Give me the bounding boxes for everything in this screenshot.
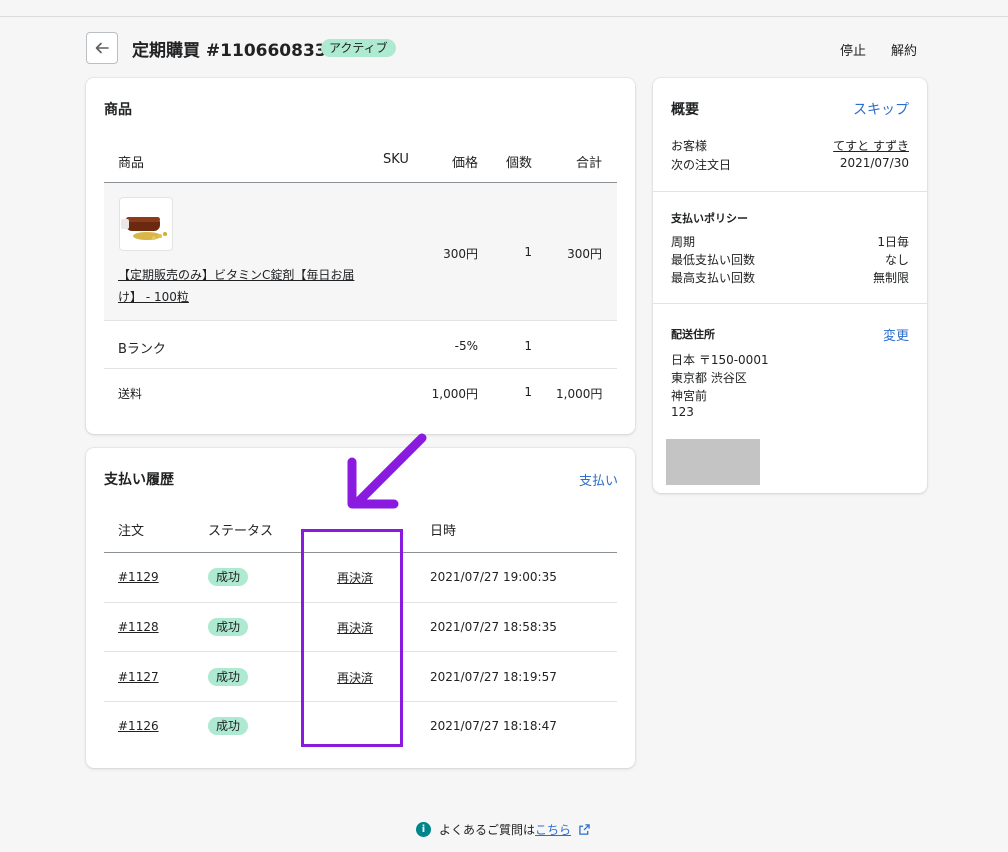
col-status: ステータス [208,524,274,539]
info-icon: i [416,822,431,837]
payment-date: 2021/07/27 19:00:35 [430,570,557,584]
row-divider [104,320,617,321]
min-payments-label: 最低支払い回数 [671,253,756,267]
min-payments-value: なし [884,253,909,267]
faq-text: よくあるご質問は [439,823,536,837]
order-link[interactable]: #1126 [118,719,159,733]
order-link[interactable]: #1127 [118,670,159,684]
product-price: 300円 [443,247,478,261]
rank-discount: -5% [454,339,478,353]
section-divider [653,303,927,304]
summary-card: 概要 スキップ お客様 てすと すずき 次の注文日 2021/07/30 支払い… [653,78,927,493]
page-title: 定期購買 #1106608333 [132,41,339,61]
history-title: 支払い履歴 [104,472,174,488]
status-badge: アクティブ [321,39,396,57]
address-line: 123 [671,405,694,419]
payment-date: 2021/07/27 18:19:57 [430,670,557,684]
order-link[interactable]: #1128 [118,620,159,634]
payment-policy-title: 支払いポリシー [671,212,748,225]
skip-button[interactable]: スキップ [853,99,909,119]
footer-help: i よくあるご質問はこちら [416,821,590,838]
col-product: 商品 [118,156,145,171]
col-price: 価格 [451,156,478,171]
product-total: 300円 [567,247,602,261]
col-sku: SKU [383,152,409,167]
external-link-icon[interactable] [579,824,590,835]
annotation-arrow-icon [347,433,427,509]
max-payments-value: 無制限 [872,271,909,285]
change-address-button[interactable]: 変更 [883,325,909,344]
arrow-left-icon [95,42,109,54]
image-placeholder [666,439,760,485]
product-name-link-line2[interactable]: け】 - 100粒 [118,288,189,305]
status-success-badge: 成功 [208,717,249,735]
cycle-label: 周期 [671,235,696,249]
product-thumbnail [119,197,173,251]
product-qty: 1 [524,245,532,259]
payment-date: 2021/07/27 18:18:47 [430,719,557,733]
address-title: 配送住所 [671,328,715,341]
section-divider [653,191,927,192]
products-title: 商品 [104,102,132,118]
next-order-date: 2021/07/30 [839,156,909,170]
col-date: 日時 [430,524,457,539]
shipping-label: 送料 [118,387,143,401]
back-button[interactable] [86,32,118,64]
col-order: 注文 [118,524,145,539]
customer-name-link[interactable]: てすと すずき [833,137,909,154]
order-link[interactable]: #1129 [118,570,159,584]
row-divider [104,368,617,369]
col-total: 合計 [575,156,602,171]
customer-label: お客様 [671,139,708,153]
status-success-badge: 成功 [208,568,249,586]
address-line: 東京都 渋谷区 [671,371,747,385]
cycle-value: 1日毎 [877,235,909,249]
supplement-bottle-icon [121,217,167,240]
annotation-highlight-box [301,529,403,747]
max-payments-label: 最高支払い回数 [671,271,756,285]
faq-link[interactable]: こちら [535,823,571,837]
summary-title: 概要 [671,102,699,118]
shipping-price: 1,000円 [431,387,478,401]
cancel-subscription-button[interactable]: 解約 [891,40,917,59]
rank-label: Bランク [118,342,166,357]
status-success-badge: 成功 [208,618,249,636]
address-line: 神宮前 [671,389,708,403]
next-order-label: 次の注文日 [671,158,732,172]
shipping-qty: 1 [524,385,532,399]
payment-date: 2021/07/27 18:58:35 [430,620,557,634]
status-success-badge: 成功 [208,668,249,686]
col-qty: 個数 [505,156,532,171]
pause-button[interactable]: 停止 [840,40,866,59]
shipping-total: 1,000円 [556,387,603,401]
payment-button[interactable]: 支払い [579,470,618,489]
rank-qty: 1 [524,339,532,353]
products-card: 商品 商品 SKU 価格 個数 合計 【定期販売のみ】ビタミンC錠剤【毎日お届 … [86,78,635,434]
top-divider [0,16,1008,17]
product-name-link-line1[interactable]: 【定期販売のみ】ビタミンC錠剤【毎日お届 [118,266,354,283]
address-line: 日本 〒150-0001 [671,353,769,367]
